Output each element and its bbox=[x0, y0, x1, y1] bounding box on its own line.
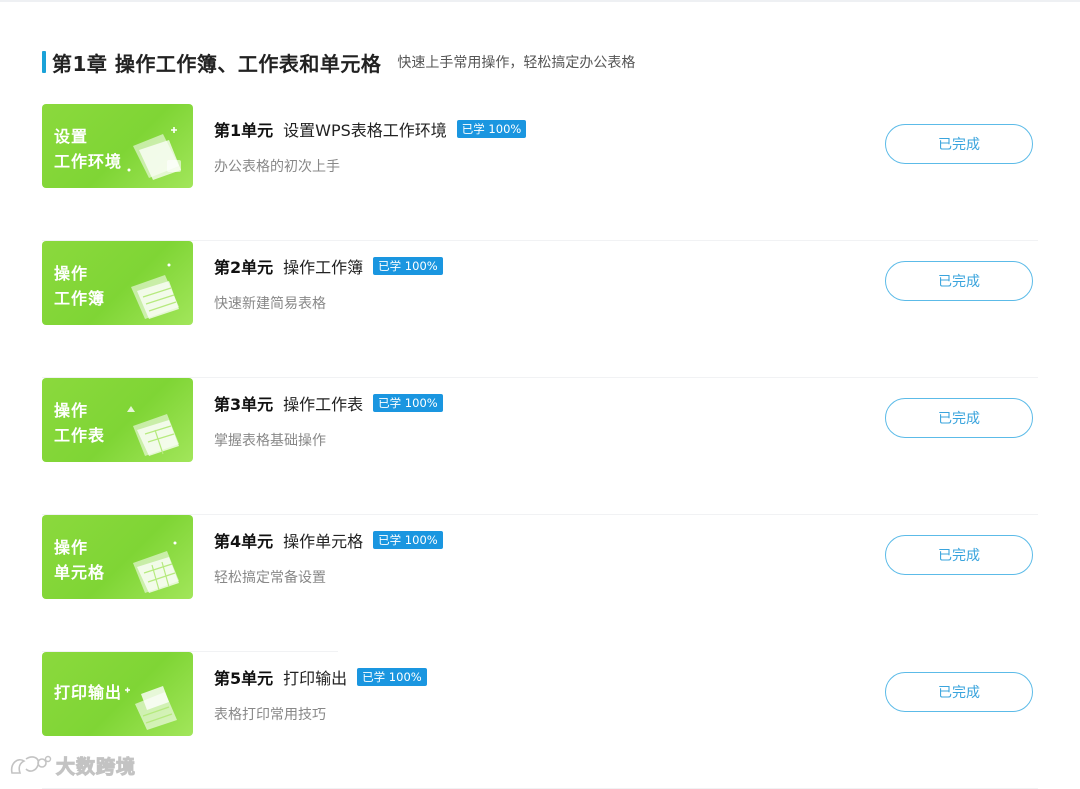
unit-description: 轻松搞定常备设置 bbox=[214, 570, 326, 586]
progress-badge: 已学 100% bbox=[357, 668, 427, 686]
thumbnail-caption: 设置 工作环境 bbox=[54, 127, 123, 171]
unit-title-row: 第1单元 设置WPS表格工作环境 已学 100% bbox=[214, 117, 527, 141]
unit-number: 第3单元 bbox=[214, 395, 274, 414]
unit-description: 表格打印常用技巧 bbox=[214, 707, 326, 723]
progress-badge: 已学 100% bbox=[373, 531, 443, 549]
chapter-title: 第1章 操作工作簿、工作表和单元格 bbox=[52, 51, 382, 76]
thumbnail-caption: 打印输出 bbox=[54, 683, 123, 702]
unit-title-row: 第3单元 操作工作表 已学 100% bbox=[214, 392, 443, 414]
unit-name[interactable]: 打印输出 bbox=[283, 665, 347, 689]
chapter-subtitle: 快速上手常用操作，轻松搞定办公表格 bbox=[397, 55, 636, 71]
unit-name[interactable]: 操作工作表 bbox=[283, 391, 363, 415]
unit-thumbnail-3[interactable]: 操作 工作表 bbox=[42, 378, 193, 462]
unit-title-row: 第4单元 操作单元格 已学 100% bbox=[214, 529, 443, 551]
watermark-logo-icon bbox=[10, 755, 52, 774]
progress-badge: 已学 100% bbox=[456, 120, 527, 138]
cell-grid-illustration-icon bbox=[133, 541, 179, 593]
unit-name[interactable]: 操作单元格 bbox=[283, 528, 363, 552]
thumbnail-caption: 操作 工作表 bbox=[54, 401, 106, 445]
completed-button[interactable]: 已完成 bbox=[885, 398, 1033, 438]
watermark-text: 大数跨境 bbox=[55, 756, 137, 779]
completed-button[interactable]: 已完成 bbox=[885, 124, 1033, 164]
unit-number: 第4单元 bbox=[214, 532, 274, 551]
unit-name[interactable]: 操作工作簿 bbox=[283, 254, 363, 278]
worksheet-illustration-icon bbox=[127, 406, 179, 456]
progress-badge: 已学 100% bbox=[373, 257, 443, 275]
thumbnail-caption: 操作 工作簿 bbox=[54, 264, 106, 308]
unit-name[interactable]: 设置WPS表格工作环境 bbox=[283, 117, 447, 141]
unit-thumbnail-1[interactable]: 设置 工作环境 bbox=[42, 104, 193, 188]
unit-number: 第5单元 bbox=[214, 669, 274, 688]
unit-row-3: 操作 工作表 第3单元 操作工作表 已学 100% 掌握表格基础操作 已完成 bbox=[42, 378, 1038, 515]
completed-button[interactable]: 已完成 bbox=[885, 672, 1033, 712]
top-border bbox=[0, 0, 1080, 2]
unit-thumbnail-2[interactable]: 操作 工作簿 bbox=[42, 241, 193, 325]
unit-description: 快速新建简易表格 bbox=[214, 296, 326, 312]
chapter-header: 第1章 操作工作簿、工作表和单元格 快速上手常用操作，轻松搞定办公表格 bbox=[42, 48, 635, 76]
unit-row-4: 操作 单元格 第4单元 操作单元格 已学 100% 轻松搞定常备设置 已完成 bbox=[42, 515, 1038, 652]
unit-thumbnail-4[interactable]: 操作 单元格 bbox=[42, 515, 193, 599]
completed-button[interactable]: 已完成 bbox=[885, 261, 1033, 301]
unit-thumbnail-5[interactable]: 打印输出 bbox=[42, 652, 193, 736]
printer-illustration-icon bbox=[125, 686, 177, 730]
unit-description: 掌握表格基础操作 bbox=[214, 433, 326, 449]
unit-number: 第1单元 bbox=[214, 121, 274, 140]
unit-title-row: 第2单元 操作工作簿 已学 100% bbox=[214, 255, 443, 277]
watermark: 大数跨境 bbox=[8, 752, 136, 779]
unit-row-1: 设置 工作环境 第1单元 设置WPS表格工作环境 已学 100% 办公表格的初次… bbox=[42, 104, 1038, 241]
thumbnail-caption: 操作 单元格 bbox=[54, 538, 106, 582]
unit-row-5: 打印输出 第5单元 打印输出 已学 100% 表格打印常用技巧 已完成 bbox=[42, 652, 1038, 789]
unit-title-row: 第5单元 打印输出 已学 100% bbox=[214, 666, 427, 688]
progress-badge: 已学 100% bbox=[373, 394, 443, 412]
chapter-accent-bar bbox=[42, 51, 46, 73]
completed-button[interactable]: 已完成 bbox=[885, 535, 1033, 575]
workbook-illustration-icon bbox=[131, 263, 179, 319]
folder-illustration-icon bbox=[127, 127, 181, 180]
unit-number: 第2单元 bbox=[214, 258, 274, 277]
unit-description: 办公表格的初次上手 bbox=[214, 159, 340, 175]
unit-row-2: 操作 工作簿 第2单元 操作工作簿 已学 100% 快速新建简易表格 已完成 bbox=[42, 241, 1038, 378]
